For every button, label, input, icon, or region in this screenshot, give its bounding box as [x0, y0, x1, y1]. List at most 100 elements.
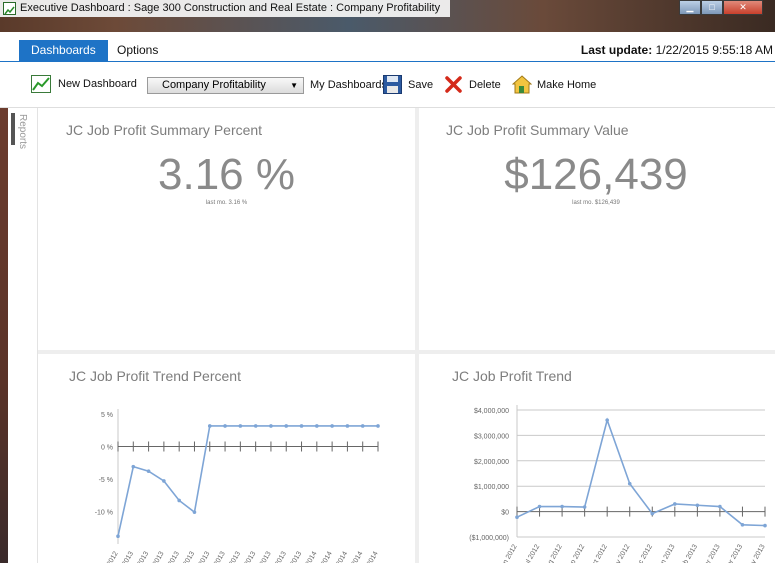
- new-dashboard-button[interactable]: New Dashboard: [31, 75, 137, 93]
- make-home-label: Make Home: [537, 78, 597, 91]
- x-tick-label: Nov 2012: [610, 543, 631, 563]
- new-dashboard-label: New Dashboard: [58, 78, 137, 90]
- data-point[interactable]: [146, 469, 151, 473]
- chevron-down-icon: ▼: [290, 81, 298, 90]
- data-point[interactable]: [315, 424, 319, 428]
- y-tick-label: -10 %: [95, 510, 113, 517]
- percent-summary-title: JC Job Profit Summary Percent: [66, 122, 263, 138]
- delete-button[interactable]: Delete: [444, 75, 501, 94]
- series-line: [516, 417, 766, 527]
- x-tick-label: Oct 2012: [589, 543, 609, 563]
- window-titlebar: Executive Dashboard : Sage 300 Construct…: [0, 0, 775, 32]
- x-tick-label: Jan 2013: [656, 543, 677, 563]
- minimize-icon[interactable]: ▁: [679, 0, 701, 15]
- tab-dashboards[interactable]: Dashboards: [19, 40, 108, 61]
- data-point[interactable]: [192, 510, 197, 514]
- x-tick-label: Aug 2012: [543, 543, 564, 563]
- delete-icon: [444, 75, 463, 94]
- x-tick-label: Sep 2012: [565, 543, 586, 563]
- delete-label: Delete: [469, 78, 501, 91]
- data-point[interactable]: [763, 523, 767, 528]
- trend-value-panel: JC Job Profit Trend $4,000,000 $3,000,000…: [419, 354, 775, 563]
- x-tick-label: May 2013: [745, 543, 766, 563]
- series-line: [117, 425, 378, 537]
- data-point[interactable]: [284, 424, 289, 428]
- y-tick-label: $1,000,000: [474, 484, 509, 491]
- data-point[interactable]: [177, 498, 181, 503]
- data-point[interactable]: [515, 515, 519, 519]
- menu-bar: Dashboards Options Last update: 1/22/201…: [0, 32, 775, 62]
- close-icon[interactable]: ✕: [723, 0, 763, 15]
- y-tick-label: 0 %: [101, 445, 113, 452]
- dashboard-select[interactable]: Company Profitability ▼: [147, 77, 304, 94]
- trend-percent-chart: 5 %0 %-5 %-10 %Dec 2012Jan 2013Feb 2013M…: [95, 409, 380, 563]
- data-point[interactable]: [207, 424, 212, 428]
- y-tick-label: -5 %: [99, 477, 113, 484]
- dashboard-area: JC Job Profit Summary Percent 3.16 % las…: [38, 108, 775, 563]
- percent-summary-panel: JC Job Profit Summary Percent 3.16 % las…: [38, 108, 415, 350]
- value-summary-value: $126,439: [504, 150, 688, 199]
- y-tick-label: $4,000,000: [474, 408, 509, 415]
- data-point[interactable]: [605, 418, 609, 422]
- y-tick-label: $0: [501, 510, 509, 517]
- reports-tab[interactable]: Reports: [17, 114, 28, 149]
- data-point[interactable]: [238, 424, 243, 428]
- last-update-value: 1/22/2015 9:55:18 AM: [655, 43, 773, 57]
- trend-percent-panel: JC Job Profit Trend Percent 5 % 0 % -5 % -1…: [38, 354, 415, 563]
- save-label: Save: [408, 78, 434, 91]
- data-point[interactable]: [299, 424, 304, 428]
- tab-options[interactable]: Options: [117, 40, 158, 61]
- data-point[interactable]: [582, 505, 587, 509]
- data-point[interactable]: [162, 479, 166, 483]
- sidebar: Reports: [0, 108, 38, 563]
- data-point[interactable]: [345, 424, 350, 428]
- x-tick-label: Dec 2012: [99, 550, 120, 563]
- data-point[interactable]: [740, 523, 745, 527]
- trend-value-chart: $4,000,000 $3,000,000 $2,000,000 $1,000,000…: [469, 405, 767, 563]
- reports-tab-marker: [11, 113, 15, 145]
- data-point[interactable]: [627, 481, 632, 486]
- data-point[interactable]: [131, 464, 136, 469]
- make-home-button[interactable]: Make Home: [511, 75, 597, 94]
- data-point[interactable]: [695, 503, 700, 508]
- y-tick-label: $3,000,000: [474, 433, 509, 440]
- x-tick-label: Feb 2013: [678, 543, 699, 563]
- data-point[interactable]: [360, 424, 365, 428]
- x-tick-label: Dec 2012: [633, 543, 654, 563]
- percent-summary-value: 3.16 %: [158, 150, 295, 199]
- y-tick-label: 5 %: [101, 412, 113, 419]
- data-point[interactable]: [537, 504, 542, 509]
- my-dashboards-label: My Dashboards: [310, 79, 388, 91]
- data-point[interactable]: [269, 424, 273, 428]
- maximize-icon[interactable]: □: [701, 0, 723, 15]
- y-tick-label: $2,000,000: [474, 459, 509, 466]
- percent-summary-subtext: last mo. 3.16 %: [205, 200, 248, 206]
- x-tick-label: Jul 2012: [522, 543, 541, 563]
- data-point[interactable]: [376, 424, 380, 428]
- data-point[interactable]: [673, 502, 677, 506]
- home-icon: [511, 75, 533, 94]
- chart-icon: [31, 75, 51, 93]
- data-point[interactable]: [330, 424, 334, 428]
- last-update: Last update: 1/22/2015 9:55:18 AM: [581, 40, 773, 61]
- y-tick-label: ($1,000,000): [469, 535, 509, 542]
- data-point[interactable]: [116, 534, 120, 538]
- dashboard-select-value: Company Profitability: [162, 79, 266, 91]
- value-summary-title: JC Job Profit Summary Value: [446, 122, 629, 138]
- data-point[interactable]: [223, 424, 227, 428]
- data-point[interactable]: [650, 511, 655, 516]
- x-tick-label: Mar 2013: [701, 543, 722, 563]
- data-point[interactable]: [253, 424, 258, 428]
- value-summary-subtext: last mo. $126,439: [572, 200, 620, 206]
- data-point[interactable]: [718, 504, 722, 509]
- value-summary-panel: JC Job Profit Summary Value $126,439 las…: [419, 108, 775, 350]
- x-tick-label: Jun 2012: [498, 543, 519, 563]
- data-point[interactable]: [560, 504, 564, 509]
- save-button[interactable]: Save: [383, 75, 433, 94]
- window-title: Executive Dashboard : Sage 300 Construct…: [0, 0, 451, 17]
- x-tick-label: Jul 2013: [207, 550, 226, 563]
- toolbar: New Dashboard Company Profitability ▼ My…: [0, 62, 775, 108]
- last-update-label: Last update:: [580, 43, 653, 57]
- my-dashboards-button[interactable]: My Dashboards: [310, 79, 387, 91]
- sidebar-edge: [0, 108, 8, 563]
